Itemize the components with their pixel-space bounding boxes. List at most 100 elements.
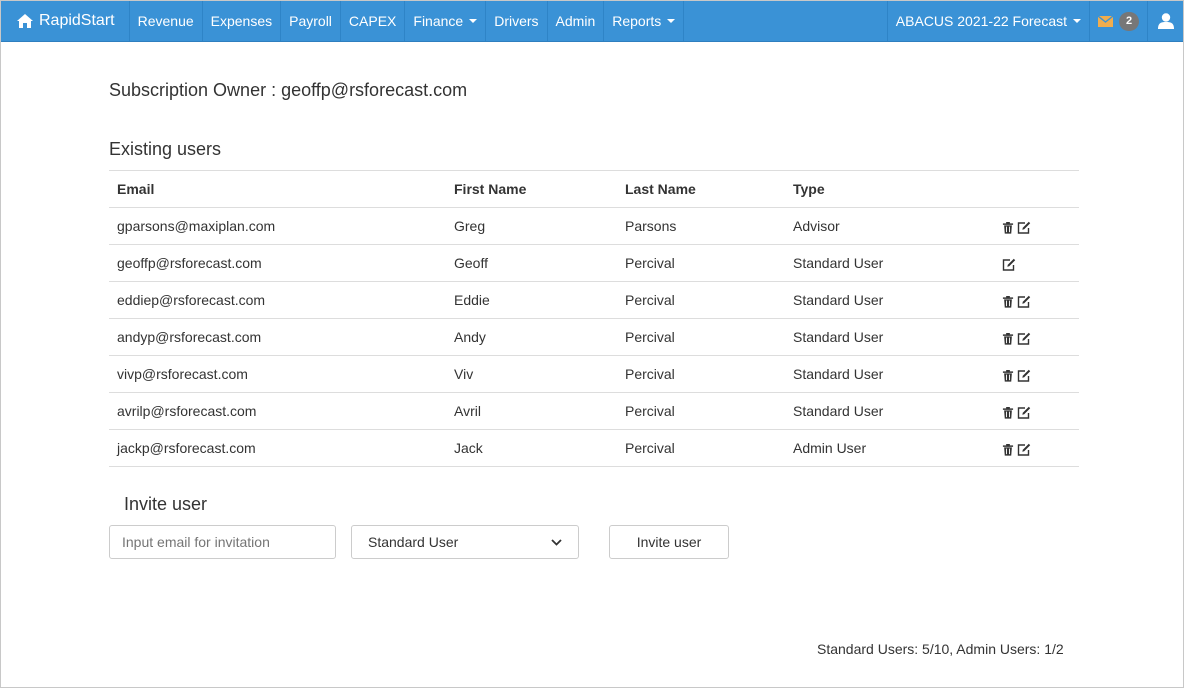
- chevron-down-icon: [1073, 19, 1081, 23]
- cell-first: Andy: [446, 318, 617, 356]
- header-first-name: First Name: [446, 170, 617, 208]
- nav-item-payroll[interactable]: Payroll: [281, 1, 341, 41]
- nav-item-label: CAPEX: [348, 13, 397, 29]
- chevron-down-icon: [667, 19, 676, 23]
- cell-email: avrilp@rsforecast.com: [109, 392, 446, 430]
- cell-first: Geoff: [446, 244, 617, 282]
- user-type-selected: Standard User: [368, 534, 459, 550]
- edit-icon[interactable]: [1017, 369, 1031, 382]
- table-row: gparsons@maxiplan.com Greg Parsons Advisor: [109, 207, 1079, 245]
- nav-item-reports[interactable]: Reports: [604, 1, 685, 41]
- forecast-label: ABACUS 2021-22 Forecast: [895, 13, 1067, 29]
- edit-icon[interactable]: [1002, 258, 1016, 271]
- cell-email: jackp@rsforecast.com: [109, 429, 446, 467]
- table-row: avrilp@rsforecast.com Avril Percival Standa…: [109, 392, 1079, 430]
- invite-user-title: Invite user: [124, 494, 208, 514]
- home-icon: [17, 14, 33, 28]
- existing-users-title: Existing users: [109, 139, 222, 159]
- cell-email: eddiep@rsforecast.com: [109, 281, 446, 319]
- nav-item-label: Admin: [555, 13, 596, 29]
- table-header-row: Email First Name Last Name Type: [109, 170, 1079, 208]
- cell-last: Percival: [617, 429, 785, 467]
- nav-item-drivers[interactable]: Drivers: [486, 1, 548, 41]
- trash-icon[interactable]: [1002, 443, 1015, 456]
- nav-item-label: Finance: [413, 13, 464, 29]
- trash-icon[interactable]: [1002, 221, 1015, 234]
- nav-item-finance[interactable]: Finance: [405, 1, 487, 41]
- cell-type: Standard User: [785, 244, 987, 282]
- brand-link[interactable]: RapidStart: [1, 1, 130, 41]
- cell-first: Viv: [446, 355, 617, 393]
- header-last-name: Last Name: [617, 170, 785, 208]
- chevron-down-icon: [551, 538, 562, 546]
- table-row: jackp@rsforecast.com Jack Percival Admin Us…: [109, 429, 1079, 467]
- top-navbar: RapidStart Revenue Expenses Payroll CAPEX Fi…: [1, 1, 1183, 42]
- nav-item-revenue[interactable]: Revenue: [130, 1, 203, 41]
- header-email: Email: [109, 170, 446, 208]
- table-row: geoffp@rsforecast.com Geoff Percival Standa…: [109, 244, 1079, 282]
- nav-item-capex[interactable]: CAPEX: [341, 1, 406, 41]
- user-icon: [1158, 13, 1174, 29]
- cell-email: vivp@rsforecast.com: [109, 355, 446, 393]
- table-row: vivp@rsforecast.com Viv Percival Standard U…: [109, 355, 1079, 393]
- nav-item-label: Revenue: [137, 13, 194, 29]
- row-actions: [987, 244, 1079, 282]
- cell-email: andyp@rsforecast.com: [109, 318, 446, 356]
- cell-first: Jack: [446, 429, 617, 467]
- cell-last: Parsons: [617, 207, 785, 245]
- cell-last: Percival: [617, 281, 785, 319]
- invite-user-button[interactable]: Invite user: [609, 525, 729, 559]
- cell-type: Admin User: [785, 429, 987, 467]
- edit-icon[interactable]: [1017, 221, 1031, 234]
- trash-icon[interactable]: [1002, 406, 1015, 419]
- row-actions: [987, 281, 1079, 319]
- row-actions: [987, 429, 1079, 467]
- edit-icon[interactable]: [1017, 406, 1031, 419]
- cell-last: Percival: [617, 355, 785, 393]
- main-nav: Revenue Expenses Payroll CAPEX Finance Driver…: [130, 1, 685, 41]
- user-menu-button[interactable]: [1147, 1, 1183, 41]
- user-counts: Standard Users: 5/10, Admin Users: 1/2: [817, 641, 1064, 657]
- users-table: Email First Name Last Name Type gparsons…: [109, 170, 1079, 467]
- user-type-select[interactable]: Standard User: [351, 525, 579, 559]
- cell-type: Advisor: [785, 207, 987, 245]
- cell-last: Percival: [617, 318, 785, 356]
- cell-type: Standard User: [785, 392, 987, 430]
- cell-type: Standard User: [785, 318, 987, 356]
- nav-item-expenses[interactable]: Expenses: [203, 1, 282, 41]
- row-actions: [987, 392, 1079, 430]
- cell-first: Eddie: [446, 281, 617, 319]
- edit-icon[interactable]: [1017, 295, 1031, 308]
- row-actions: [987, 207, 1079, 245]
- cell-first: Avril: [446, 392, 617, 430]
- subscription-owner: Subscription Owner : geoffp@rsforecast.c…: [109, 80, 468, 100]
- nav-right: ABACUS 2021-22 Forecast 2: [886, 1, 1183, 41]
- table-row: eddiep@rsforecast.com Eddie Percival Standa…: [109, 281, 1079, 319]
- cell-email: gparsons@maxiplan.com: [109, 207, 446, 245]
- envelope-icon: [1098, 15, 1113, 27]
- header-type: Type: [785, 170, 987, 208]
- cell-type: Standard User: [785, 355, 987, 393]
- trash-icon[interactable]: [1002, 332, 1015, 345]
- cell-last: Percival: [617, 244, 785, 282]
- trash-icon[interactable]: [1002, 295, 1015, 308]
- cell-type: Standard User: [785, 281, 987, 319]
- row-actions: [987, 355, 1079, 393]
- edit-icon[interactable]: [1017, 332, 1031, 345]
- forecast-dropdown[interactable]: ABACUS 2021-22 Forecast: [886, 1, 1089, 41]
- messages-button[interactable]: 2: [1089, 1, 1147, 41]
- header-actions: [987, 170, 1079, 208]
- trash-icon[interactable]: [1002, 369, 1015, 382]
- edit-icon[interactable]: [1017, 443, 1031, 456]
- nav-item-label: Drivers: [494, 13, 539, 29]
- cell-email: geoffp@rsforecast.com: [109, 244, 446, 282]
- nav-item-admin[interactable]: Admin: [548, 1, 605, 41]
- invite-email-input[interactable]: [109, 525, 336, 559]
- cell-last: Percival: [617, 392, 785, 430]
- table-row: andyp@rsforecast.com Andy Percival Standard…: [109, 318, 1079, 356]
- cell-first: Greg: [446, 207, 617, 245]
- row-actions: [987, 318, 1079, 356]
- messages-count-badge: 2: [1119, 11, 1139, 31]
- chevron-down-icon: [469, 19, 478, 23]
- nav-item-label: Payroll: [289, 13, 332, 29]
